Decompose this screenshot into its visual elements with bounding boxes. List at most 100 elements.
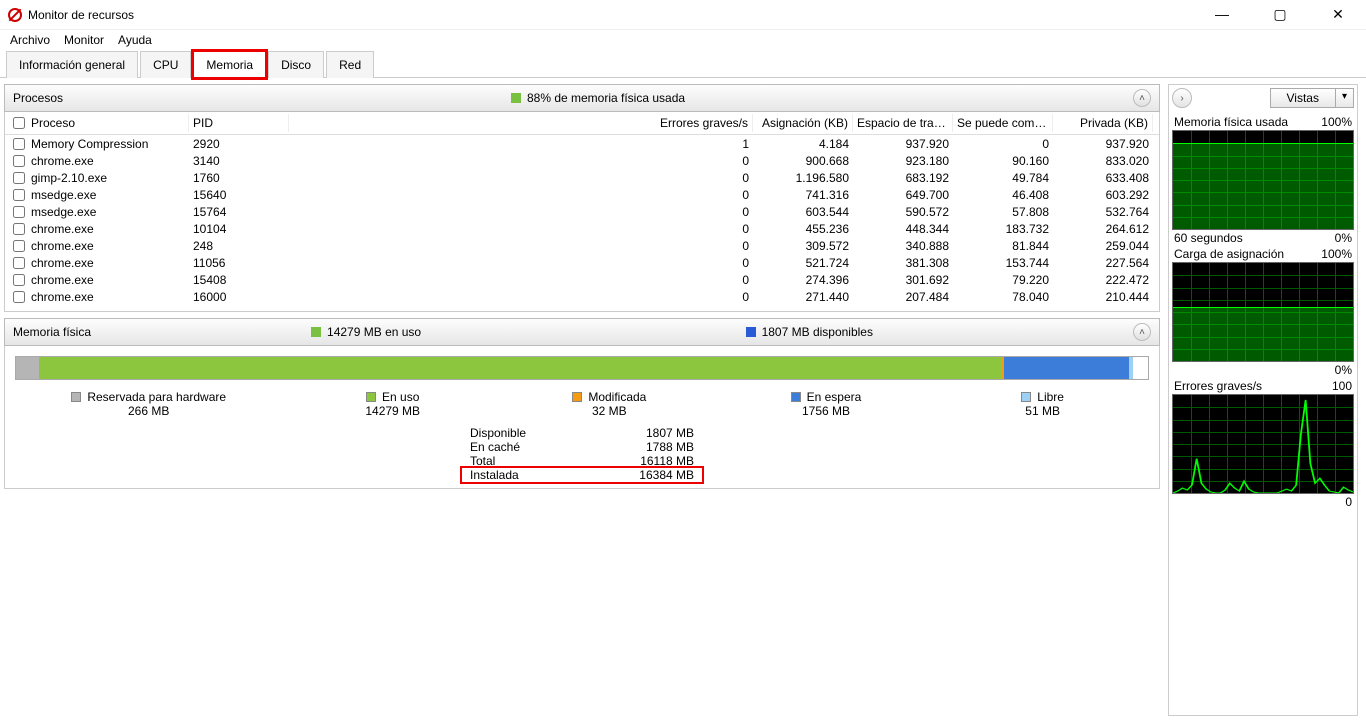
memfisica-avail-text: 1807 MB disponibles: [762, 325, 873, 339]
chart-foot-right: 0: [1345, 495, 1352, 509]
chart-max: 100%: [1321, 247, 1352, 261]
right-expand-icon[interactable]: ›: [1172, 88, 1192, 108]
chart-foot-right: 0%: [1335, 363, 1352, 377]
cell-asig: 1.196.580: [753, 171, 853, 185]
cell-pid: 15408: [189, 273, 289, 287]
table-row[interactable]: chrome.exe2480309.572340.88881.844259.04…: [5, 237, 1159, 254]
table-row[interactable]: chrome.exe101040455.236448.344183.732264…: [5, 220, 1159, 237]
cell-asig: 521.724: [753, 256, 853, 270]
col-compartible[interactable]: Se puede comp...: [953, 114, 1053, 132]
cell-asig: 455.236: [753, 222, 853, 236]
cell-err: 1: [289, 137, 753, 151]
cell-comp: 46.408: [953, 188, 1053, 202]
views-button[interactable]: Vistas: [1270, 88, 1336, 108]
summary-label: Disponible: [470, 426, 526, 440]
chart-0: Memoria física usada100%60 segundos0%: [1172, 114, 1354, 246]
table-row[interactable]: msedge.exe156400741.316649.70046.408603.…: [5, 186, 1159, 203]
legend-label: En uso: [382, 390, 419, 404]
maximize-button[interactable]: ▢: [1260, 6, 1300, 23]
select-all-checkbox[interactable]: [13, 117, 25, 129]
row-checkbox[interactable]: [13, 206, 25, 218]
cell-priv: 937.920: [1053, 137, 1153, 151]
cell-comp: 183.732: [953, 222, 1053, 236]
minimize-button[interactable]: —: [1202, 6, 1242, 23]
row-checkbox[interactable]: [13, 257, 25, 269]
menu-ayuda[interactable]: Ayuda: [118, 33, 152, 47]
memory-legend-item: Reservada para hardware266 MB: [71, 390, 226, 418]
memory-summary: Disponible1807 MBEn caché1788 MBTotal161…: [462, 426, 702, 482]
chart-canvas: [1172, 262, 1354, 362]
summary-value: 1788 MB: [646, 440, 694, 454]
app-icon: [8, 8, 22, 22]
row-checkbox[interactable]: [13, 138, 25, 150]
col-asignacion[interactable]: Asignación (KB): [753, 114, 853, 132]
cell-ws: 340.888: [853, 239, 953, 253]
table-row[interactable]: chrome.exe160000271.440207.48478.040210.…: [5, 288, 1159, 305]
cell-ws: 301.692: [853, 273, 953, 287]
legend-label: Modificada: [588, 390, 646, 404]
legend-value: 32 MB: [592, 404, 627, 418]
row-checkbox[interactable]: [13, 223, 25, 235]
chart-canvas: [1172, 130, 1354, 230]
summary-row: En caché 1788 MB: [462, 440, 702, 454]
procesos-legend-square: [511, 93, 521, 103]
memory-legend-item: Libre51 MB: [993, 390, 1093, 418]
cell-priv: 532.764: [1053, 205, 1153, 219]
tabs: Información generalCPUMemoriaDiscoRed: [0, 50, 1366, 78]
menu-archivo[interactable]: Archivo: [10, 33, 50, 47]
collapse-memfisica-icon[interactable]: ˄: [1133, 323, 1151, 341]
menu-monitor[interactable]: Monitor: [64, 33, 104, 47]
row-checkbox[interactable]: [13, 172, 25, 184]
cell-name: chrome.exe: [31, 239, 94, 253]
tab-disco[interactable]: Disco: [268, 51, 324, 78]
cell-pid: 16000: [189, 290, 289, 304]
summary-label: En caché: [470, 440, 520, 454]
col-proceso[interactable]: Proceso: [31, 116, 75, 130]
memfisica-body: Reservada para hardware266 MBEn uso14279…: [4, 346, 1160, 489]
col-espacio[interactable]: Espacio de trab...: [853, 114, 953, 132]
table-row[interactable]: chrome.exe110560521.724381.308153.744227…: [5, 254, 1159, 271]
col-errores[interactable]: Errores graves/s: [289, 114, 753, 132]
procesos-columns: Proceso PID Errores graves/s Asignación …: [5, 112, 1159, 135]
procesos-title: Procesos: [13, 91, 63, 105]
cell-asig: 741.316: [753, 188, 853, 202]
table-row[interactable]: gimp-2.10.exe176001.196.580683.19249.784…: [5, 169, 1159, 186]
cell-ws: 381.308: [853, 256, 953, 270]
memfisica-title: Memoria física: [13, 325, 91, 339]
chart-title: Errores graves/s: [1174, 379, 1262, 393]
tab-cpu[interactable]: CPU: [140, 51, 191, 78]
table-row[interactable]: msedge.exe157640603.544590.57257.808532.…: [5, 203, 1159, 220]
summary-value: 16118 MB: [640, 454, 694, 468]
table-row[interactable]: chrome.exe31400900.668923.18090.160833.0…: [5, 152, 1159, 169]
summary-label: Total: [470, 454, 495, 468]
tab-información-general[interactable]: Información general: [6, 51, 138, 78]
cell-pid: 1760: [189, 171, 289, 185]
cell-priv: 210.444: [1053, 290, 1153, 304]
row-checkbox[interactable]: [13, 291, 25, 303]
legend-label: En espera: [807, 390, 862, 404]
row-checkbox[interactable]: [13, 274, 25, 286]
close-button[interactable]: ✕: [1318, 6, 1358, 23]
cell-err: 0: [289, 205, 753, 219]
table-row[interactable]: chrome.exe154080274.396301.69279.220222.…: [5, 271, 1159, 288]
chart-2: Errores graves/s1000: [1172, 378, 1354, 510]
row-checkbox[interactable]: [13, 155, 25, 167]
cell-name: chrome.exe: [31, 273, 94, 287]
tab-red[interactable]: Red: [326, 51, 374, 78]
cell-priv: 633.408: [1053, 171, 1153, 185]
memory-bar: [15, 356, 1149, 380]
collapse-procesos-icon[interactable]: ˄: [1133, 89, 1151, 107]
table-row[interactable]: Memory Compression292014.184937.9200937.…: [5, 135, 1159, 152]
col-pid[interactable]: PID: [189, 114, 289, 132]
cell-name: chrome.exe: [31, 222, 94, 236]
views-dropdown-icon[interactable]: ▾: [1336, 88, 1354, 108]
summary-row: Instalada16384 MB: [462, 468, 702, 482]
row-checkbox[interactable]: [13, 189, 25, 201]
memory-bar-segment: [1133, 357, 1148, 379]
cell-comp: 79.220: [953, 273, 1053, 287]
col-privada[interactable]: Privada (KB): [1053, 114, 1153, 132]
row-checkbox[interactable]: [13, 240, 25, 252]
cell-pid: 248: [189, 239, 289, 253]
cell-priv: 259.044: [1053, 239, 1153, 253]
tab-memoria[interactable]: Memoria: [193, 51, 266, 78]
